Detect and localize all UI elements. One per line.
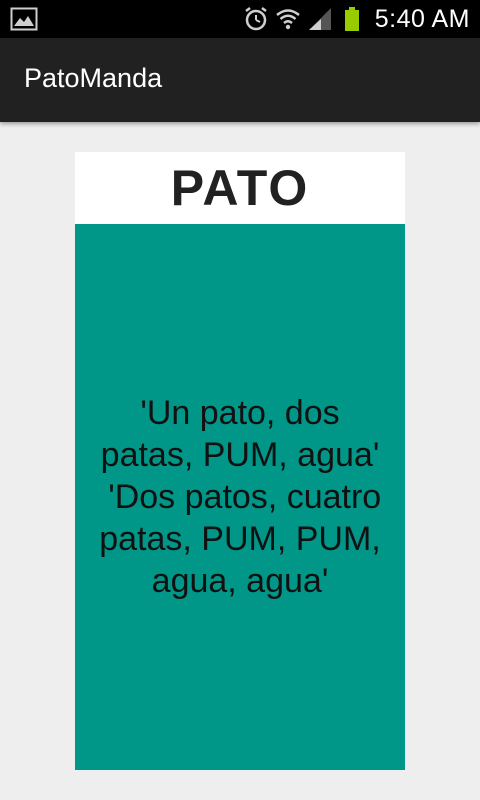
battery-icon xyxy=(344,7,359,31)
alarm-icon xyxy=(245,7,267,31)
card-text-line: 'Un pato, dos xyxy=(140,394,340,432)
status-bar: 5:40 AM xyxy=(0,0,480,38)
card-header: PATO xyxy=(75,152,405,224)
card-text-line: patas, PUM, PUM, xyxy=(99,520,381,558)
app-title: PatoManda xyxy=(24,63,163,93)
card-body: 'Un pato, dos patas, PUM, agua' 'Dos pat… xyxy=(75,224,405,770)
card-text: 'Un pato, dos patas, PUM, agua' 'Dos pat… xyxy=(75,392,405,602)
wifi-icon xyxy=(275,9,300,30)
status-icons: 5:40 AM xyxy=(243,0,470,38)
status-time: 5:40 AM xyxy=(374,4,470,33)
card-title: PATO xyxy=(170,160,310,216)
card-text-line: patas, PUM, agua' xyxy=(100,436,380,474)
card-text-line: agua, agua' xyxy=(151,562,329,600)
card-text-line: 'Dos patos, cuatro xyxy=(98,478,382,516)
gallery-icon xyxy=(10,7,38,31)
action-bar: PatoManda xyxy=(0,38,480,122)
signal-icon xyxy=(308,8,331,30)
